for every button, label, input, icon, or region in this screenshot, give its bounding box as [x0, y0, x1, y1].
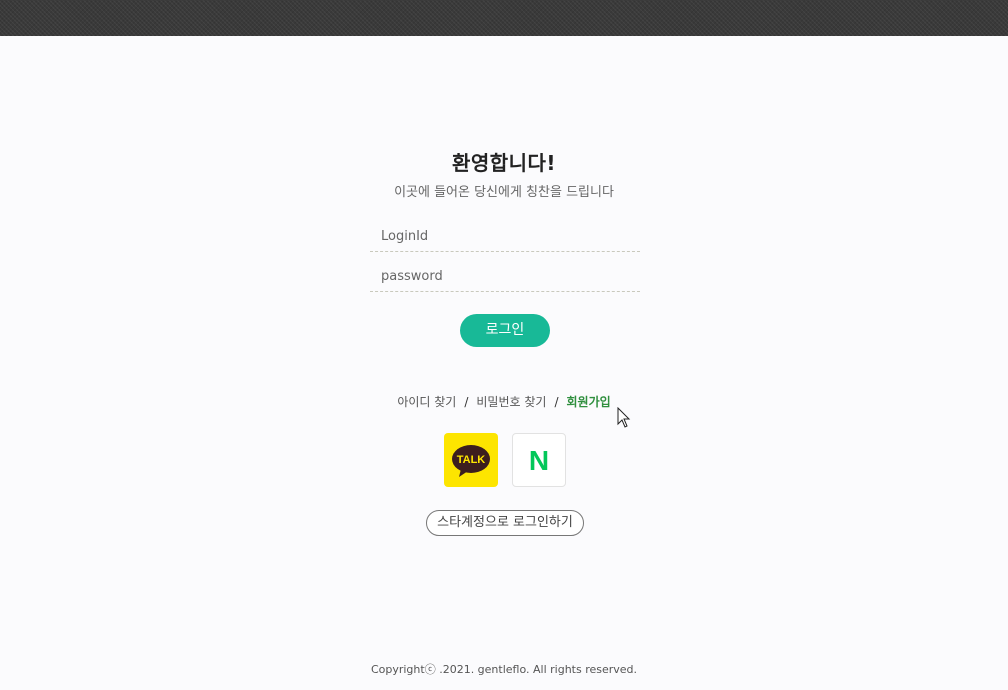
- link-separator: /: [554, 395, 559, 409]
- naver-login-button[interactable]: N: [512, 433, 566, 487]
- find-id-link[interactable]: 아이디 찾기: [397, 395, 456, 409]
- password-input[interactable]: [370, 262, 640, 292]
- find-password-link[interactable]: 비밀번호 찾기: [476, 395, 546, 409]
- login-button[interactable]: 로그인: [460, 314, 550, 347]
- page-title: 환영합니다!: [451, 151, 557, 175]
- top-bar: [0, 0, 1008, 36]
- signup-link[interactable]: 회원가입: [567, 395, 611, 409]
- kakao-login-button[interactable]: TALK: [444, 433, 498, 487]
- page-subtitle: 이곳에 들어온 당신에게 칭찬을 드립니다: [394, 185, 614, 200]
- footer-copyright: Copyrightⓒ .2021. gentleflo. All rights …: [370, 663, 638, 676]
- star-account-login-button[interactable]: 스타계정으로 로그인하기: [426, 510, 584, 536]
- login-page: 환영합니다! 이곳에 들어온 당신에게 칭찬을 드립니다 로그인 아이디 찾기 /…: [0, 0, 1008, 690]
- naver-icon: N: [529, 445, 549, 476]
- naver-n-text: N: [529, 445, 549, 476]
- account-links: 아이디 찾기 / 비밀번호 찾기 / 회원가입: [0, 393, 1008, 410]
- kakao-talk-text: TALK: [457, 454, 486, 466]
- login-id-input[interactable]: [370, 222, 640, 252]
- link-separator: /: [464, 395, 469, 409]
- kakao-talk-icon: TALK: [452, 445, 490, 477]
- mouse-cursor-icon: [617, 407, 631, 428]
